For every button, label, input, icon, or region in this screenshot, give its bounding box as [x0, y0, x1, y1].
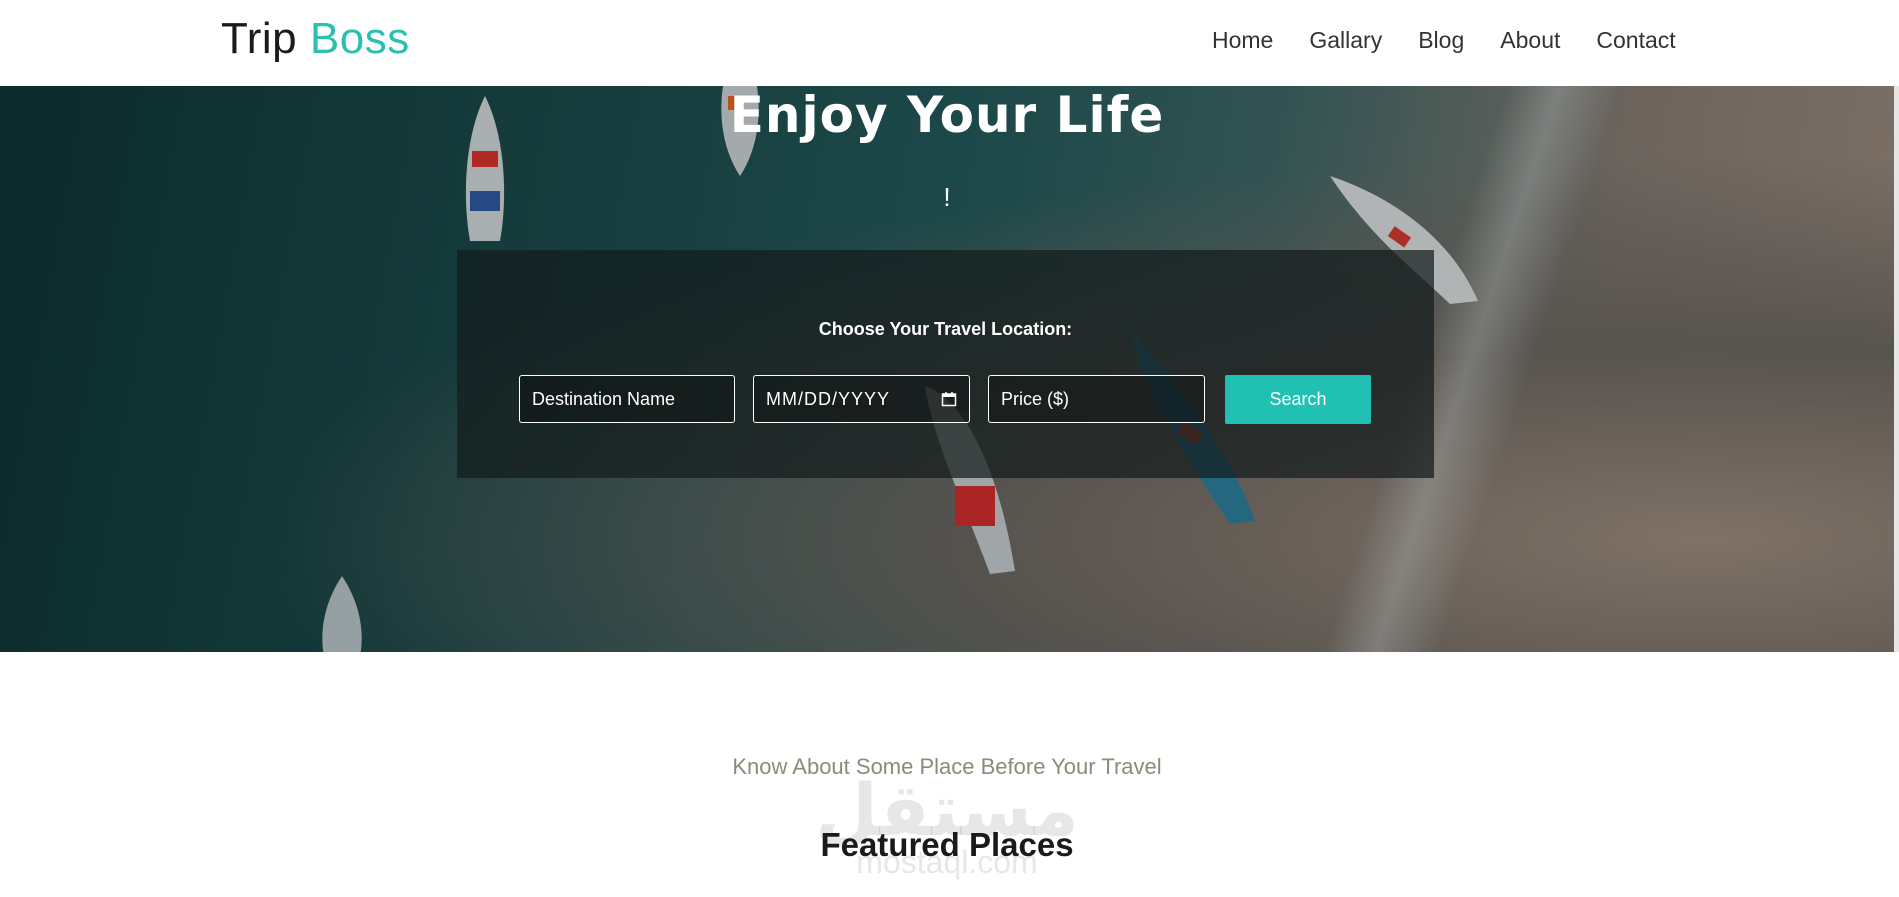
main-nav: Home Gallary Blog About Contact — [1212, 27, 1712, 54]
calendar-icon[interactable] — [941, 391, 957, 407]
search-panel: Choose Your Travel Location: MM/DD/YYYY … — [457, 250, 1434, 478]
nav-about[interactable]: About — [1500, 27, 1560, 54]
site-header: Trip Boss Home Gallary Blog About Contac… — [0, 0, 1899, 86]
search-panel-label: Choose Your Travel Location: — [818, 319, 1073, 339]
hero-section: Enjoy Your Life ! Choose Your Travel Loc… — [0, 86, 1894, 652]
hero-title: Enjoy Your Life — [729, 86, 1165, 144]
featured-title: Featured Places — [820, 826, 1074, 863]
nav-contact[interactable]: Contact — [1596, 27, 1675, 54]
search-button[interactable]: Search — [1225, 375, 1371, 424]
nav-gallery[interactable]: Gallary — [1309, 27, 1382, 54]
logo-part-2: Boss — [309, 14, 410, 63]
nav-home[interactable]: Home — [1212, 27, 1273, 54]
destination-input[interactable] — [519, 375, 735, 423]
page-scrollbar[interactable] — [1894, 68, 1899, 652]
site-logo[interactable]: Trip Boss — [221, 14, 410, 64]
date-input-placeholder: MM/DD/YYYY — [766, 388, 891, 409]
date-input[interactable]: MM/DD/YYYY — [753, 375, 970, 423]
hero-subtitle: ! — [943, 182, 951, 212]
logo-part-1: Trip — [221, 14, 298, 63]
nav-blog[interactable]: Blog — [1418, 27, 1464, 54]
price-input[interactable] — [988, 375, 1205, 423]
